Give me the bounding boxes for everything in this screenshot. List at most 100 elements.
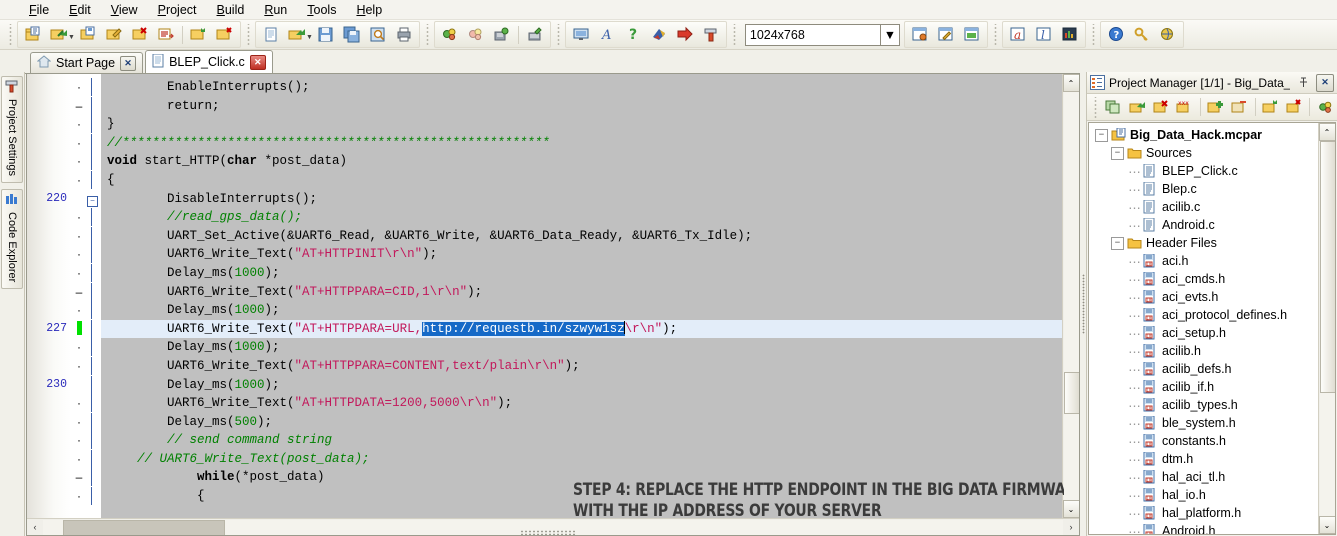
key-icon[interactable]: [1129, 22, 1155, 47]
open-project-icon[interactable]: [46, 22, 72, 47]
close-icon[interactable]: ✕: [120, 55, 137, 71]
line-marker[interactable]: ·: [71, 431, 87, 450]
ascii-icon[interactable]: a: [1005, 22, 1031, 47]
tree-item[interactable]: ⋯ 10 acilib.h: [1093, 342, 1318, 360]
open-project-icon-pm[interactable]: [1125, 95, 1149, 120]
code-line[interactable]: //**************************************…: [101, 134, 1062, 153]
help-icon[interactable]: ?: [1103, 22, 1129, 47]
add-file-icon[interactable]: [186, 22, 212, 47]
tree-item[interactable]: ⋯ 10 acilib_if.h: [1093, 378, 1318, 396]
fold-marker[interactable]: [87, 412, 101, 432]
close-all-projects-icon[interactable]: xxx: [1173, 95, 1197, 120]
editor-vertical-scrollbar[interactable]: ⌃ ⌄: [1062, 74, 1079, 518]
export-icon[interactable]: [672, 22, 698, 47]
fold-marker[interactable]: [87, 152, 101, 171]
fold-marker[interactable]: [87, 78, 101, 97]
code-editor[interactable]: 220 227 230 · – · · · · · · · · – · · · · · · · – · − EnableI…: [26, 73, 1080, 536]
line-marker[interactable]: ·: [71, 171, 87, 190]
close-project-icon[interactable]: [127, 22, 153, 47]
tree-item[interactable]: ⋯ 10 aci_setup.h: [1093, 324, 1318, 342]
window-list-icon[interactable]: [907, 22, 933, 47]
line-marker[interactable]: ·: [71, 301, 87, 320]
tree-item[interactable]: ⋯ 10 hal_io.h: [1093, 486, 1318, 504]
code-text-area[interactable]: EnableInterrupts(); return;}//**********…: [101, 74, 1062, 518]
scroll-thumb[interactable]: [1063, 372, 1079, 414]
tree-item[interactable]: ⋯ 10 hal_aci_tl.h: [1093, 468, 1318, 486]
code-line[interactable]: {: [101, 171, 1062, 190]
fold-marker[interactable]: [87, 133, 101, 153]
fold-marker[interactable]: [87, 431, 101, 450]
tree-item[interactable]: − Big_Data_Hack.mcpar: [1093, 126, 1318, 144]
line-marker[interactable]: [71, 376, 87, 395]
menu-item-tools[interactable]: Tools: [298, 1, 345, 19]
fold-marker[interactable]: [87, 96, 101, 116]
layout-icon[interactable]: [959, 22, 985, 47]
line-marker[interactable]: ·: [71, 450, 87, 469]
fold-marker[interactable]: [87, 394, 101, 413]
fold-marker[interactable]: [87, 468, 101, 487]
tree-item[interactable]: ⋯ Android.c: [1093, 216, 1318, 234]
scroll-up-button[interactable]: ⌃: [1062, 74, 1079, 92]
print-icon[interactable]: [391, 22, 417, 47]
line-marker[interactable]: ·: [71, 152, 87, 171]
fold-marker[interactable]: [87, 487, 101, 506]
fold-marker[interactable]: [87, 170, 101, 190]
fold-marker[interactable]: [87, 449, 101, 469]
code-line[interactable]: UART6_Write_Text("AT+HTTPPARA=CID,1\r\n"…: [101, 283, 1062, 302]
fold-marker[interactable]: [87, 356, 101, 376]
remove-file-icon-pm[interactable]: [1282, 95, 1306, 120]
tree-item[interactable]: − Sources: [1093, 144, 1318, 162]
fold-marker[interactable]: [87, 301, 101, 320]
tree-item[interactable]: ⋯ Blep.c: [1093, 180, 1318, 198]
save-project-icon[interactable]: [75, 22, 101, 47]
tree-item[interactable]: ⋯ 10 acilib_types.h: [1093, 396, 1318, 414]
tree-scroll-track[interactable]: [1319, 141, 1335, 516]
dock-tab-code-explorer[interactable]: Code Explorer: [1, 189, 23, 290]
build-all-icon[interactable]: [489, 22, 515, 47]
hscroll-thumb[interactable]: [63, 519, 225, 535]
editor-tab-blep-click-c[interactable]: BLEP_Click.c ✕: [145, 50, 273, 73]
scroll-track[interactable]: [1063, 92, 1079, 500]
copy-project-icon[interactable]: [1101, 95, 1125, 120]
code-line[interactable]: Delay_ms(1000);: [101, 264, 1062, 283]
tree-expander-icon[interactable]: −: [1095, 128, 1108, 142]
code-line[interactable]: UART6_Write_Text("AT+HTTPDATA=1200,5000\…: [101, 394, 1062, 413]
line-marker[interactable]: –: [71, 468, 87, 487]
rebuild-icon[interactable]: [463, 22, 489, 47]
scroll-left-button[interactable]: ‹: [27, 520, 43, 535]
splitter-grip[interactable]: [1081, 274, 1085, 334]
italic-icon[interactable]: l: [1031, 22, 1057, 47]
menu-item-build[interactable]: Build: [208, 1, 254, 19]
code-line[interactable]: Delay_ms(1000);: [101, 338, 1062, 357]
build-icon[interactable]: [437, 22, 463, 47]
tree-vertical-scrollbar[interactable]: ⌃ ⌄: [1318, 123, 1335, 534]
line-marker[interactable]: ·: [71, 227, 87, 246]
tree-item[interactable]: ⋯ 10 hal_platform.h: [1093, 504, 1318, 522]
tree-item[interactable]: ⋯ 10 aci_cmds.h: [1093, 270, 1318, 288]
project-tree[interactable]: − Big_Data_Hack.mcpar − Sources ⋯ BLEP_Click.…: [1088, 122, 1336, 535]
line-marker[interactable]: ·: [71, 134, 87, 153]
tree-item[interactable]: ⋯ 10 Android.h: [1093, 522, 1318, 534]
fold-marker[interactable]: [87, 226, 101, 246]
question-icon[interactable]: ?: [620, 22, 646, 47]
fold-marker[interactable]: [87, 208, 101, 227]
find-in-files-icon[interactable]: [365, 22, 391, 47]
web-icon[interactable]: [1155, 22, 1181, 47]
code-line[interactable]: // send command string: [101, 431, 1062, 450]
code-line[interactable]: // UART6_Write_Text(post_data);: [101, 450, 1062, 469]
toolbar-grip-5[interactable]: [730, 24, 738, 45]
line-marker[interactable]: ·: [71, 338, 87, 357]
code-line[interactable]: Delay_ms(500);: [101, 413, 1062, 432]
close-panel-button[interactable]: ✕: [1316, 73, 1334, 92]
tree-item[interactable]: ⋯ 10 constants.h: [1093, 432, 1318, 450]
menu-item-project[interactable]: Project: [149, 1, 206, 19]
chart-icon[interactable]: [1057, 22, 1083, 47]
tree-item[interactable]: ⋯ 10 acilib_defs.h: [1093, 360, 1318, 378]
tree-item[interactable]: ⋯ BLEP_Click.c: [1093, 162, 1318, 180]
code-line[interactable]: UART6_Write_Text("AT+HTTPINIT\r\n");: [101, 245, 1062, 264]
menu-item-help[interactable]: Help: [347, 1, 391, 19]
tree-item[interactable]: ⋯ 10 aci_protocol_defines.h: [1093, 306, 1318, 324]
remove-file-icon[interactable]: [212, 22, 238, 47]
tree-expander-icon[interactable]: −: [1111, 236, 1124, 250]
line-marker[interactable]: ·: [71, 208, 87, 227]
